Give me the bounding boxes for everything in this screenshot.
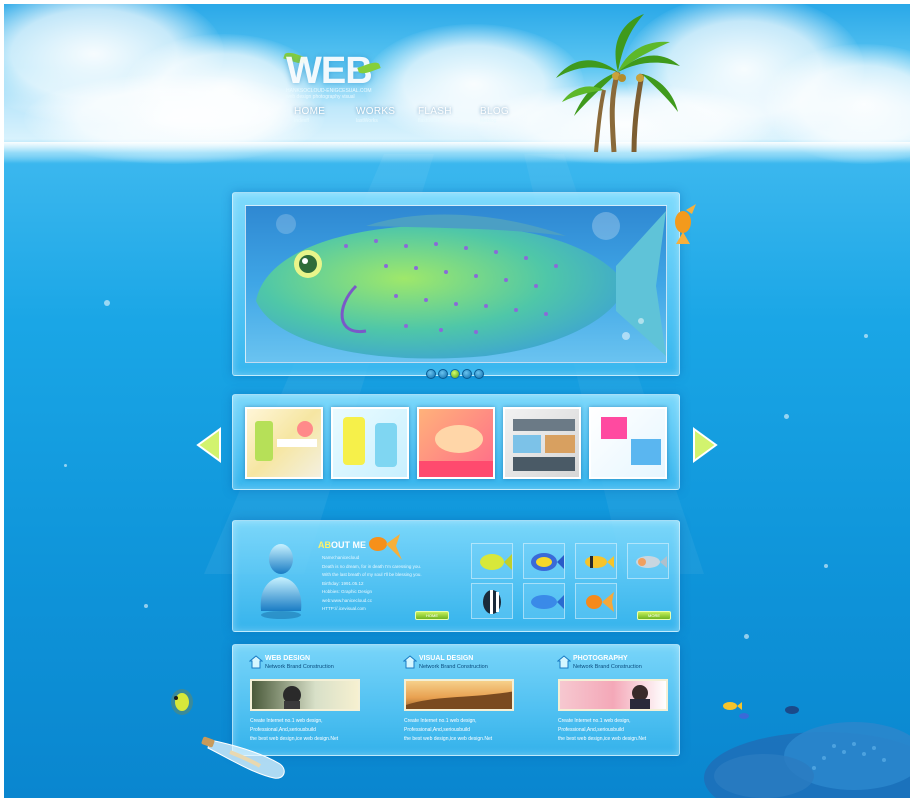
service-title: WEB DESIGN bbox=[265, 655, 311, 662]
service-image[interactable] bbox=[250, 679, 360, 711]
fish-illustration bbox=[256, 211, 666, 359]
about-panel: ABOUT ME Name:hanicecloud Death is no dr… bbox=[232, 520, 680, 632]
page-frame: WEB HANKSOCLOUD-ENIGCESUAL.COM web desig… bbox=[4, 4, 910, 798]
nav-sublabel: Meblog bbox=[480, 118, 497, 124]
nav-label: BLOG bbox=[480, 106, 509, 117]
service-image[interactable] bbox=[558, 679, 668, 711]
slider-dot[interactable] bbox=[474, 369, 484, 379]
nav-home[interactable]: HOME Indexff bbox=[294, 106, 336, 124]
bubble bbox=[744, 634, 749, 639]
slider-dots bbox=[426, 369, 484, 379]
service-description: Create Internet no.1 web design, Profess… bbox=[404, 718, 493, 742]
fish-thumbnail[interactable] bbox=[575, 543, 617, 579]
goldfish-icon bbox=[675, 204, 696, 244]
palm-tree-image bbox=[556, 14, 680, 153]
main-nav: HOME Indexff WORKS lastWorks FLASH flash… bbox=[294, 106, 522, 124]
thumbnail-2[interactable] bbox=[331, 407, 409, 479]
slider-dot-active[interactable] bbox=[450, 369, 460, 379]
bubble bbox=[104, 300, 110, 306]
nav-sublabel: lastWorks bbox=[356, 118, 378, 124]
service-title: PHOTOGRAPHY bbox=[573, 655, 628, 662]
service-description: Create Internet no.1 web design, Profess… bbox=[558, 718, 647, 742]
fish-icon bbox=[171, 689, 193, 715]
nav-works[interactable]: WORKS lastWorks bbox=[356, 106, 398, 124]
slider-dot[interactable] bbox=[426, 369, 436, 379]
thumbnail-4[interactable] bbox=[503, 407, 581, 479]
thumbnail-5[interactable] bbox=[589, 407, 667, 479]
hero-slider bbox=[232, 192, 680, 376]
nav-sublabel: flashWorks bbox=[418, 118, 443, 124]
goldfish-icon bbox=[369, 534, 402, 560]
more-button[interactable]: MORE bbox=[637, 611, 671, 620]
message-bottle-image bbox=[201, 736, 285, 779]
thumbnail-3[interactable] bbox=[417, 407, 495, 479]
fish-thumbnail[interactable] bbox=[627, 543, 669, 579]
bubble bbox=[144, 604, 148, 608]
home-icon[interactable] bbox=[249, 655, 263, 669]
fish-thumbnail[interactable] bbox=[523, 543, 565, 579]
slider-dot[interactable] bbox=[462, 369, 472, 379]
bubble bbox=[824, 564, 828, 568]
nav-label: FLASH bbox=[418, 106, 452, 117]
thumbnail-1[interactable] bbox=[245, 407, 323, 479]
service-tags: Network Brand Construction bbox=[573, 664, 642, 670]
home-button[interactable]: HOME bbox=[415, 611, 449, 620]
hero-image[interactable] bbox=[245, 205, 667, 363]
service-tags: Network Brand Construction bbox=[419, 664, 488, 670]
services-panel: WEB DESIGN Network Brand Construction Cr… bbox=[232, 644, 680, 756]
slider-dot[interactable] bbox=[438, 369, 448, 379]
thumbnail-strip bbox=[232, 394, 680, 490]
bubble bbox=[784, 414, 789, 419]
home-icon[interactable] bbox=[557, 655, 571, 669]
nav-flash[interactable]: FLASH flashWorks bbox=[418, 106, 460, 124]
nav-blog[interactable]: BLOG Meblog bbox=[480, 106, 522, 124]
service-tags: Network Brand Construction bbox=[265, 664, 334, 670]
coral-reef-image bbox=[704, 702, 910, 798]
bubble bbox=[864, 334, 868, 338]
about-title: ABOUT ME bbox=[318, 540, 366, 550]
service-title: VISUAL DESIGN bbox=[419, 655, 474, 662]
next-arrow-icon[interactable] bbox=[692, 427, 718, 463]
bubble bbox=[64, 464, 67, 467]
prev-arrow-icon[interactable] bbox=[196, 427, 222, 463]
fish-thumbnail[interactable] bbox=[523, 583, 565, 619]
logo-subtitle: HANKSOCLOUD-ENIGCESUAL.COM web design ph… bbox=[286, 88, 372, 100]
fish-thumbnail[interactable] bbox=[471, 543, 513, 579]
nav-label: WORKS bbox=[356, 106, 396, 117]
nav-label: HOME bbox=[294, 106, 326, 117]
site-logo[interactable]: WEB HANKSOCLOUD-ENIGCESUAL.COM web desig… bbox=[283, 50, 386, 100]
nav-sublabel: Indexff bbox=[294, 118, 309, 124]
fish-thumbnail[interactable] bbox=[575, 583, 617, 619]
fish-thumbnail[interactable] bbox=[471, 583, 513, 619]
user-avatar-icon bbox=[260, 544, 302, 619]
service-image[interactable] bbox=[404, 679, 514, 711]
home-icon[interactable] bbox=[403, 655, 417, 669]
